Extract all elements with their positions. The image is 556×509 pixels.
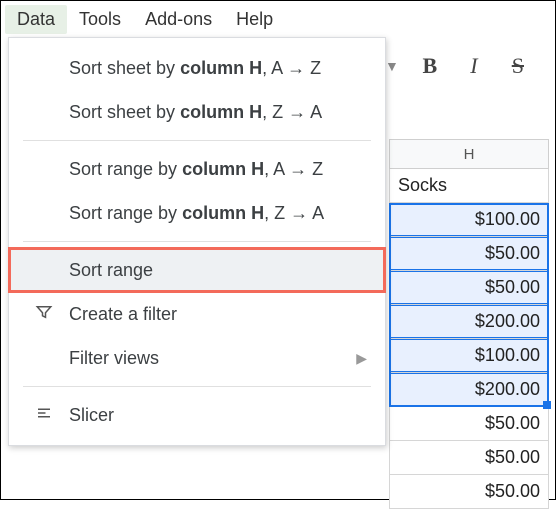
menu-tools[interactable]: Tools: [67, 5, 133, 34]
strikethrough-button[interactable]: S: [505, 53, 531, 79]
dropdown-arrow-icon[interactable]: ▼: [385, 58, 399, 74]
cell[interactable]: $200.00: [389, 305, 549, 339]
menu-addons[interactable]: Add-ons: [133, 5, 224, 34]
menu-create-filter[interactable]: Create a filter: [9, 292, 385, 336]
cell[interactable]: $50.00: [389, 237, 549, 271]
label: Sort range by column H, A → Z: [69, 159, 323, 180]
cell[interactable]: $100.00: [389, 203, 549, 237]
cell[interactable]: $200.00: [389, 373, 549, 407]
column-header-h[interactable]: H: [389, 139, 549, 169]
menu-sort-range-az[interactable]: Sort range by column H, A → Z: [9, 147, 385, 191]
menu-sort-range[interactable]: Sort range: [9, 248, 385, 292]
label: Sort sheet by column H, A → Z: [69, 58, 321, 79]
funnel-icon: [33, 303, 55, 326]
menu-filter-views[interactable]: Filter views ▶: [9, 336, 385, 380]
cell[interactable]: $50.00: [389, 475, 549, 509]
menu-help[interactable]: Help: [224, 5, 285, 34]
cell[interactable]: $50.00: [389, 441, 549, 475]
label: Sort sheet by column H, Z → A: [69, 102, 322, 123]
format-toolbar: ▼ B I S: [385, 53, 531, 79]
cell[interactable]: $50.00: [389, 407, 549, 441]
separator: [23, 140, 371, 141]
label: Sort range by column H, Z → A: [69, 203, 324, 224]
menu-sort-sheet-az[interactable]: Sort sheet by column H, A → Z: [9, 46, 385, 90]
cell-header[interactable]: Socks: [389, 169, 549, 203]
label: Create a filter: [69, 304, 177, 325]
menu-data[interactable]: Data: [5, 5, 67, 34]
italic-button[interactable]: I: [461, 53, 487, 79]
spreadsheet-column: H Socks $100.00 $50.00 $50.00 $200.00 $1…: [389, 139, 549, 509]
label: Filter views: [69, 348, 159, 369]
label: Sort range: [69, 260, 153, 281]
slicer-icon: [33, 404, 55, 427]
bold-button[interactable]: B: [417, 53, 443, 79]
menu-bar: Data Tools Add-ons Help: [1, 1, 555, 35]
data-menu-dropdown: Sort sheet by column H, A → Z Sort sheet…: [8, 37, 386, 446]
cell[interactable]: $50.00: [389, 271, 549, 305]
label: Slicer: [69, 405, 114, 426]
menu-sort-range-za[interactable]: Sort range by column H, Z → A: [9, 191, 385, 235]
menu-sort-sheet-za[interactable]: Sort sheet by column H, Z → A: [9, 90, 385, 134]
separator: [23, 386, 371, 387]
menu-slicer[interactable]: Slicer: [9, 393, 385, 437]
cell[interactable]: $100.00: [389, 339, 549, 373]
separator: [23, 241, 371, 242]
submenu-arrow-icon: ▶: [356, 350, 367, 367]
